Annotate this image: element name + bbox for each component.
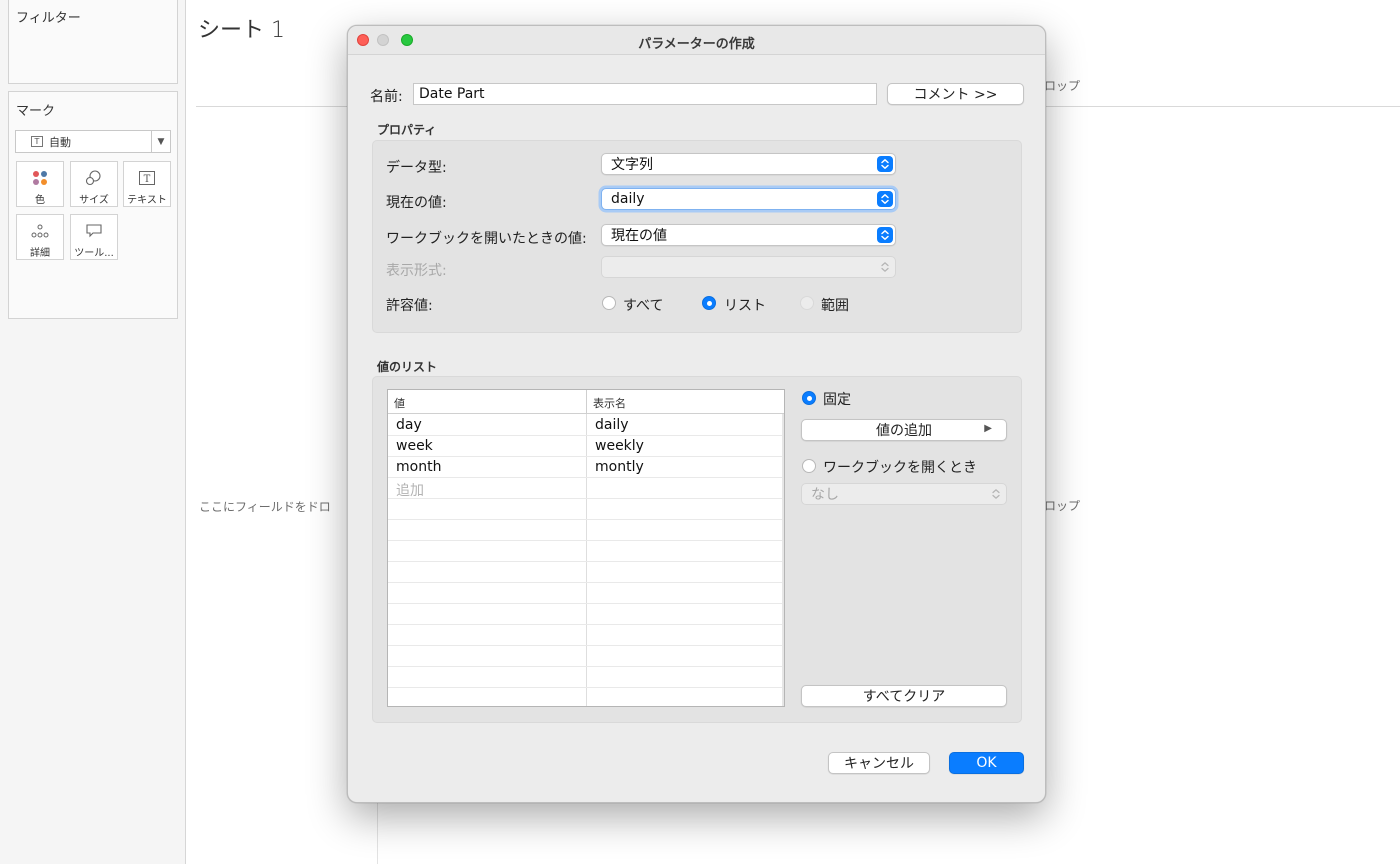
- detail-dots-icon: [17, 222, 63, 240]
- allowable-all-radio[interactable]: [602, 296, 616, 310]
- drop-field-hint-right: ロップ: [1044, 499, 1081, 513]
- empty-row: [388, 646, 784, 667]
- chevron-down-icon: ▼: [151, 131, 170, 152]
- dialog-titlebar[interactable]: パラメーターの作成: [348, 26, 1045, 55]
- detail-mark-label: 詳細: [30, 248, 50, 259]
- tooltip-icon: [71, 222, 117, 240]
- row-display-cell[interactable]: daily: [595, 417, 629, 433]
- allowable-range-radio: [800, 296, 814, 310]
- properties-section-title: プロパティ: [377, 123, 437, 137]
- display-format-label: 表示形式:: [386, 263, 447, 279]
- tooltip-mark-label: ツール...: [74, 248, 114, 259]
- empty-row: [388, 583, 784, 604]
- size-mark-button[interactable]: サイズ: [70, 161, 118, 207]
- add-values-button[interactable]: 値の追加 ▶: [801, 419, 1007, 441]
- row-display-cell[interactable]: montly: [595, 459, 644, 475]
- row-value-cell[interactable]: week: [396, 438, 433, 454]
- allowable-values-label: 許容値:: [386, 298, 433, 314]
- text-mark-icon: T: [31, 136, 43, 147]
- left-pane: フィルター マーク T 自動 ▼ 色 サイズ T テキスト 詳細 ツール...: [0, 0, 186, 864]
- filters-title: フィルター: [16, 11, 81, 26]
- up-down-chevron-icon: [877, 156, 893, 172]
- text-mark-button[interactable]: T テキスト: [123, 161, 171, 207]
- mark-type-dropdown[interactable]: T 自動 ▼: [15, 130, 171, 153]
- fixed-label: 固定: [823, 392, 851, 408]
- up-down-chevron-icon: [988, 486, 1004, 502]
- svg-text:T: T: [144, 174, 151, 185]
- play-triangle-icon: ▶: [984, 423, 992, 434]
- allowable-list-radio[interactable]: [702, 296, 716, 310]
- table-row[interactable]: month montly: [388, 457, 784, 478]
- on-workbook-open-value: なし: [811, 487, 839, 503]
- workbook-open-label: ワークブックを開いたときの値:: [386, 231, 587, 247]
- list-scroll-track[interactable]: [782, 414, 784, 706]
- on-workbook-open-select: なし: [801, 483, 1007, 505]
- name-label: 名前:: [370, 89, 403, 105]
- display-name-column-header[interactable]: 表示名: [593, 395, 626, 411]
- value-column-header[interactable]: 値: [394, 395, 405, 411]
- marks-card: マーク T 自動 ▼ 色 サイズ T テキスト 詳細 ツール...: [8, 91, 178, 319]
- display-format-select: [601, 256, 896, 278]
- mark-type-value: 自動: [49, 135, 71, 149]
- empty-row: [388, 562, 784, 583]
- fixed-radio[interactable]: [802, 391, 816, 405]
- on-workbook-open-label: ワークブックを開くとき: [823, 460, 977, 476]
- up-down-chevron-icon: [877, 191, 893, 207]
- row-value-cell[interactable]: month: [396, 459, 441, 475]
- sheet-title[interactable]: シート 1: [198, 12, 285, 44]
- current-value-select[interactable]: daily: [601, 188, 896, 210]
- comment-button[interactable]: コメント >>: [887, 83, 1024, 105]
- size-mark-label: サイズ: [79, 195, 109, 206]
- cancel-button[interactable]: キャンセル: [828, 752, 930, 774]
- value-list-section-title: 値のリスト: [377, 360, 438, 374]
- empty-row: [388, 520, 784, 541]
- column-resize-handle[interactable]: [586, 390, 587, 414]
- allowable-list-label: リスト: [724, 298, 766, 314]
- current-value-value: daily: [611, 191, 645, 207]
- size-shapes-icon: [71, 169, 117, 187]
- data-type-value: 文字列: [611, 157, 653, 173]
- color-mark-button[interactable]: 色: [16, 161, 64, 207]
- on-workbook-open-radio[interactable]: [802, 459, 816, 473]
- add-values-label: 値の追加: [876, 423, 932, 439]
- empty-row: [388, 667, 784, 688]
- allowable-range-label: 範囲: [821, 298, 849, 314]
- allowable-all-label: すべて: [623, 298, 664, 314]
- add-value-placeholder[interactable]: 追加: [396, 480, 424, 500]
- name-input[interactable]: [413, 83, 877, 105]
- drop-field-hint-left: ここにフィールドをドロ: [199, 500, 331, 514]
- ok-button[interactable]: OK: [949, 752, 1024, 774]
- marks-title: マーク: [16, 104, 56, 119]
- workbook-open-select[interactable]: 現在の値: [601, 224, 896, 246]
- up-down-chevron-icon: [877, 227, 893, 243]
- empty-row: [388, 625, 784, 646]
- filters-card[interactable]: フィルター: [8, 0, 178, 84]
- data-type-select[interactable]: 文字列: [601, 153, 896, 175]
- empty-row: [388, 604, 784, 625]
- detail-mark-button[interactable]: 詳細: [16, 214, 64, 260]
- add-row[interactable]: 追加: [388, 478, 784, 499]
- table-row[interactable]: week weekly: [388, 436, 784, 457]
- color-dots-icon: [17, 169, 63, 187]
- tooltip-mark-button[interactable]: ツール...: [70, 214, 118, 260]
- table-row[interactable]: day daily: [388, 415, 784, 436]
- dialog-title: パラメーターの作成: [638, 37, 755, 52]
- row-value-cell[interactable]: day: [396, 417, 422, 433]
- row-display-cell[interactable]: weekly: [595, 438, 644, 454]
- text-t-icon: T: [124, 169, 170, 187]
- text-mark-label: テキスト: [127, 195, 167, 206]
- color-mark-label: 色: [35, 195, 45, 206]
- current-value-label: 現在の値:: [386, 195, 447, 211]
- up-down-chevron-icon: [877, 259, 893, 275]
- create-parameter-dialog: パラメーターの作成 名前: コメント >> プロパティ データ型: 文字列 現在…: [347, 25, 1046, 803]
- data-type-label: データ型:: [386, 160, 447, 176]
- value-list-table[interactable]: 値 表示名 day daily week weekly month montly…: [387, 389, 785, 707]
- empty-row: [388, 541, 784, 562]
- empty-row: [388, 499, 784, 520]
- drop-field-hint-top: ロップ: [1044, 79, 1081, 93]
- workbook-open-value: 現在の値: [611, 228, 667, 244]
- clear-all-button[interactable]: すべてクリア: [801, 685, 1007, 707]
